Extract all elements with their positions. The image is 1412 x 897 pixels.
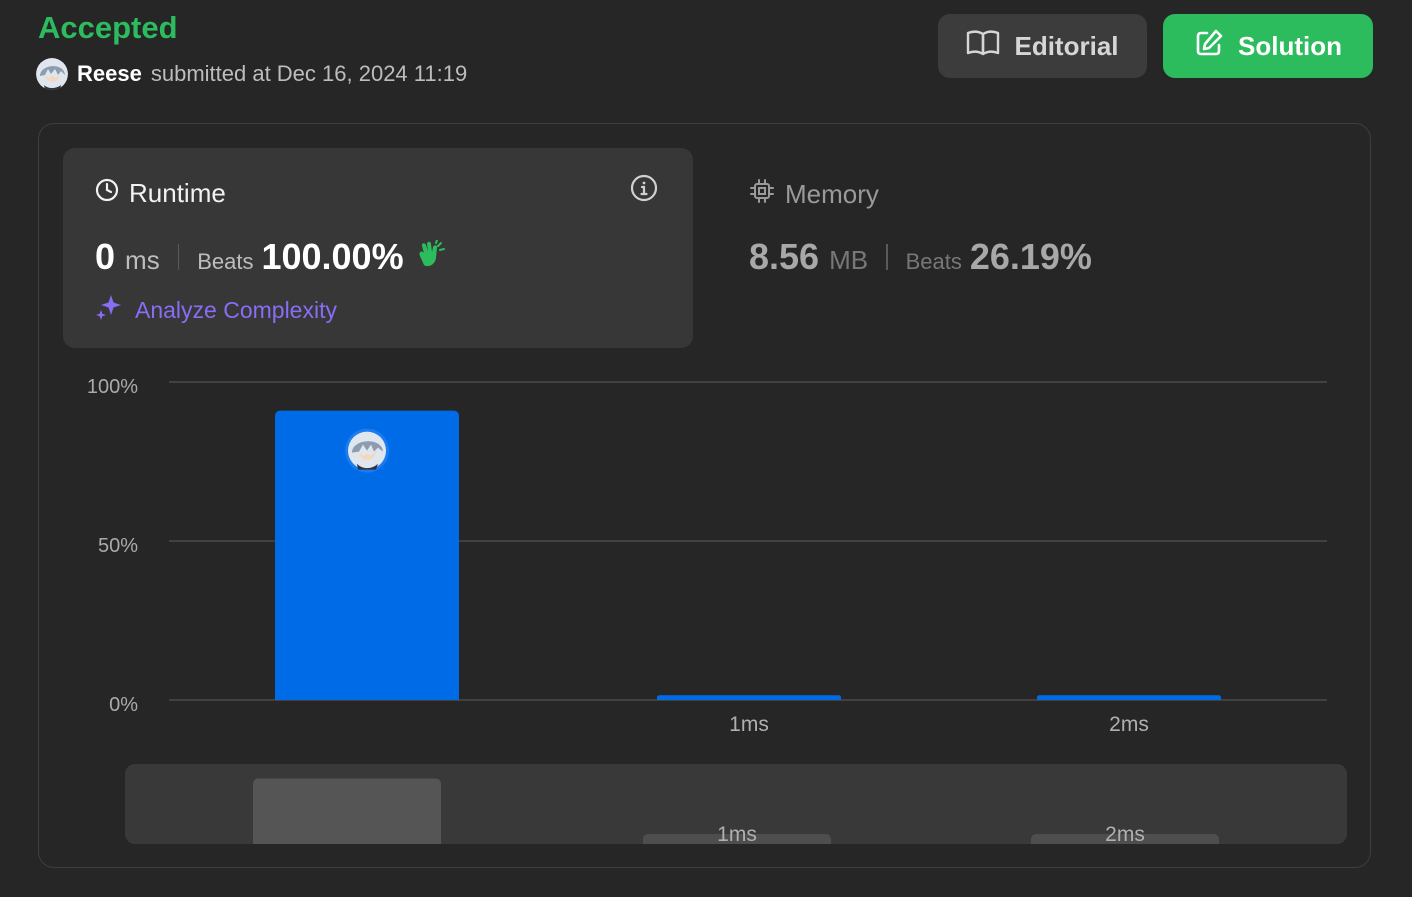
overview-tick-label: 2ms bbox=[1105, 823, 1145, 844]
submission-result-page: Accepted Reese submitted at Dec 16, 2024… bbox=[0, 0, 1412, 897]
runtime-bar[interactable] bbox=[1037, 695, 1221, 700]
overview-bar bbox=[253, 778, 441, 844]
runtime-bar[interactable] bbox=[657, 695, 841, 700]
x-tick-label: 2ms bbox=[1109, 713, 1149, 736]
x-tick-label: 1ms bbox=[729, 713, 769, 736]
chart-overview-strip[interactable]: 1ms 2ms bbox=[125, 764, 1347, 844]
user-position-avatar[interactable] bbox=[345, 428, 389, 473]
runtime-distribution-chart[interactable]: 100% 50% 0% 1ms 2ms bbox=[0, 0, 1412, 897]
overview-tick-label: 1ms bbox=[717, 823, 757, 844]
y-tick-label: 0% bbox=[109, 694, 138, 716]
y-tick-label: 50% bbox=[98, 535, 138, 557]
y-tick-label: 100% bbox=[87, 376, 138, 398]
